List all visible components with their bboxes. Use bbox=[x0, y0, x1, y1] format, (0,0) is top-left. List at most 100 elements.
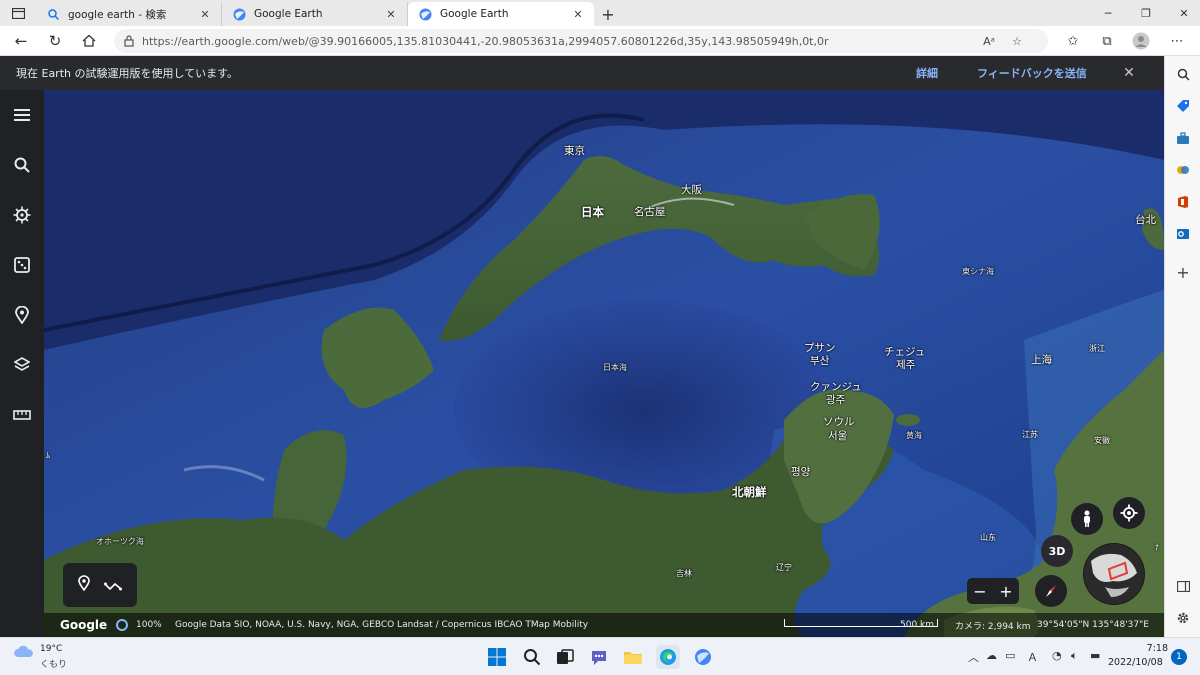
place-label-nagoya[interactable]: 名古屋 bbox=[634, 206, 666, 218]
file-explorer-button[interactable] bbox=[621, 645, 645, 669]
place-label-gwangju-hangul[interactable]: 광주 bbox=[826, 394, 845, 406]
window-close-button[interactable]: ✕ bbox=[1164, 0, 1200, 26]
zoom-out-button[interactable]: − bbox=[973, 582, 986, 601]
tab-search[interactable]: google earth - 検索 ✕ bbox=[36, 2, 222, 26]
clock-date[interactable]: 2022/10/08 bbox=[1108, 657, 1163, 668]
close-icon[interactable]: ✕ bbox=[570, 8, 586, 21]
place-label-gwangju-kana[interactable]: クァンジュ bbox=[810, 381, 862, 393]
weather-widget[interactable]: 19°C くもり bbox=[14, 644, 67, 670]
favorite-add-icon[interactable]: ☆ bbox=[1004, 29, 1030, 53]
earth-map-view[interactable]: 東京 日本 名古屋 大阪 台北 東シナ海 プサン 부산 チェジュ 제주 上海 浙… bbox=[44, 90, 1164, 637]
url-field[interactable]: https://earth.google.com/web/@39.9016600… bbox=[114, 29, 1048, 53]
compass-button[interactable] bbox=[1035, 575, 1067, 607]
add-placemark-button[interactable] bbox=[78, 575, 90, 595]
tab-google-earth-active[interactable]: Google Earth ✕ bbox=[408, 2, 594, 26]
shopping-button[interactable] bbox=[1173, 96, 1193, 116]
place-label-seoul-kana[interactable]: ソウル bbox=[823, 416, 855, 428]
place-label-taipei[interactable]: 台北 bbox=[1135, 214, 1156, 226]
games-button[interactable] bbox=[1173, 160, 1193, 180]
measure-button[interactable] bbox=[7, 400, 37, 430]
data-attribution[interactable]: Google Data SIO, NOAA, U.S. Navy, NGA, G… bbox=[175, 620, 588, 630]
place-label-zhejiang[interactable]: 浙江 bbox=[1089, 343, 1105, 355]
weather-tray-icon[interactable]: ☁ bbox=[986, 649, 997, 662]
place-label-jeju-hangul[interactable]: 제주 bbox=[896, 359, 915, 371]
speaker-icon[interactable]: 🔈︎ bbox=[1071, 649, 1078, 663]
coordinates: 39°54'05"N 135°48'37"E bbox=[1037, 620, 1149, 630]
place-label-busan-kana[interactable]: プサン bbox=[804, 342, 836, 354]
wifi-icon[interactable]: ◔ bbox=[1052, 649, 1062, 662]
place-label-busan-hangul[interactable]: 부산 bbox=[810, 355, 829, 367]
place-label-jeju-kana[interactable]: チェジュ bbox=[884, 346, 925, 358]
back-button[interactable]: ← bbox=[4, 26, 38, 56]
place-label-shandong[interactable]: 山东 bbox=[980, 532, 996, 544]
map-style-button[interactable] bbox=[7, 350, 37, 380]
collections-button[interactable]: ⧉ bbox=[1090, 26, 1124, 56]
place-label-seoul-hangul[interactable]: 서울 bbox=[828, 430, 847, 442]
tab-actions-button[interactable] bbox=[0, 0, 36, 26]
task-view-icon bbox=[557, 649, 574, 664]
banner-feedback-link[interactable]: フィードバックを送信 bbox=[977, 65, 1087, 81]
toggle-3d-button[interactable]: 3D bbox=[1041, 535, 1073, 567]
projects-button[interactable] bbox=[7, 300, 37, 330]
place-label-jilin[interactable]: 吉林 bbox=[676, 568, 692, 580]
place-label-pyongyang[interactable]: 평양 bbox=[791, 466, 810, 478]
minimize-button[interactable]: ─ bbox=[1088, 0, 1128, 26]
edge-icon bbox=[660, 649, 676, 665]
tools-button[interactable] bbox=[1173, 128, 1193, 148]
search-button[interactable] bbox=[1173, 64, 1193, 84]
street-view-button[interactable] bbox=[1071, 503, 1103, 535]
close-icon[interactable]: ✕ bbox=[197, 8, 213, 21]
task-view-button[interactable] bbox=[553, 645, 577, 669]
place-label-liaoning[interactable]: 辽宁 bbox=[776, 562, 792, 574]
chevron-up-icon[interactable]: ︿ bbox=[968, 649, 979, 665]
feeling-lucky-button[interactable] bbox=[7, 250, 37, 280]
place-label-tokyo[interactable]: 東京 bbox=[564, 145, 585, 157]
edge-browser-button[interactable] bbox=[656, 645, 680, 669]
google-earth-taskbar-button[interactable] bbox=[691, 645, 715, 669]
search-button[interactable] bbox=[7, 150, 37, 180]
place-label-osaka[interactable]: 大阪 bbox=[681, 184, 702, 196]
tab-google-earth[interactable]: Google Earth ✕ bbox=[222, 2, 408, 26]
place-label-jiangsu[interactable]: 江苏 bbox=[1022, 429, 1038, 441]
drive-icon[interactable]: ▭ bbox=[1005, 649, 1015, 662]
outlook-button[interactable] bbox=[1173, 224, 1193, 244]
clock-time[interactable]: 7:18 bbox=[1138, 643, 1168, 654]
place-label-north-korea[interactable]: 北朝鮮 bbox=[732, 486, 767, 498]
refresh-button[interactable]: ↻ bbox=[38, 26, 72, 56]
teams-chat-button[interactable] bbox=[587, 645, 611, 669]
notification-badge[interactable]: 1 bbox=[1171, 649, 1187, 665]
taskbar-search-button[interactable] bbox=[520, 645, 544, 669]
place-label-shanghai[interactable]: 上海 bbox=[1031, 354, 1052, 366]
menu-button[interactable] bbox=[7, 100, 37, 130]
my-location-button[interactable] bbox=[1113, 497, 1145, 529]
place-label-japan[interactable]: 日本 bbox=[581, 206, 604, 218]
pen-icon[interactable]: Ａ bbox=[1027, 649, 1038, 665]
home-button[interactable] bbox=[72, 26, 106, 56]
favorites-button[interactable]: ✩ bbox=[1056, 26, 1090, 56]
start-button[interactable] bbox=[485, 645, 509, 669]
close-icon[interactable]: ✕ bbox=[383, 8, 399, 21]
hide-sidebar-button[interactable] bbox=[1173, 576, 1193, 596]
overview-globe[interactable] bbox=[1083, 543, 1145, 605]
new-tab-button[interactable]: + bbox=[594, 2, 622, 26]
url-text: https://earth.google.com/web/@39.9016600… bbox=[142, 34, 829, 48]
place-label-anhui[interactable]: 安徽 bbox=[1094, 435, 1110, 447]
toolbox-icon bbox=[1177, 131, 1189, 144]
battery-icon[interactable]: ▬ bbox=[1090, 649, 1100, 662]
avatar bbox=[1132, 32, 1150, 50]
add-sidebar-app-button[interactable]: + bbox=[1173, 262, 1193, 282]
zoom-in-button[interactable]: + bbox=[999, 582, 1012, 601]
banner-details-link[interactable]: 詳細 bbox=[916, 65, 938, 81]
scale-label[interactable]: 500 km bbox=[900, 620, 934, 630]
pegman-icon bbox=[1084, 510, 1090, 527]
more-menu-button[interactable]: ⋯ bbox=[1160, 26, 1194, 56]
read-aloud-icon[interactable]: A͏ᵃ bbox=[976, 29, 1002, 53]
draw-path-button[interactable] bbox=[104, 576, 122, 595]
voyager-button[interactable] bbox=[7, 200, 37, 230]
settings-button[interactable] bbox=[1173, 608, 1193, 628]
profile-button[interactable] bbox=[1124, 26, 1158, 56]
map-pin-icon bbox=[15, 306, 29, 324]
maximize-button[interactable]: ❐ bbox=[1126, 0, 1166, 26]
close-icon[interactable]: ✕ bbox=[1120, 64, 1138, 82]
office-button[interactable] bbox=[1173, 192, 1193, 212]
